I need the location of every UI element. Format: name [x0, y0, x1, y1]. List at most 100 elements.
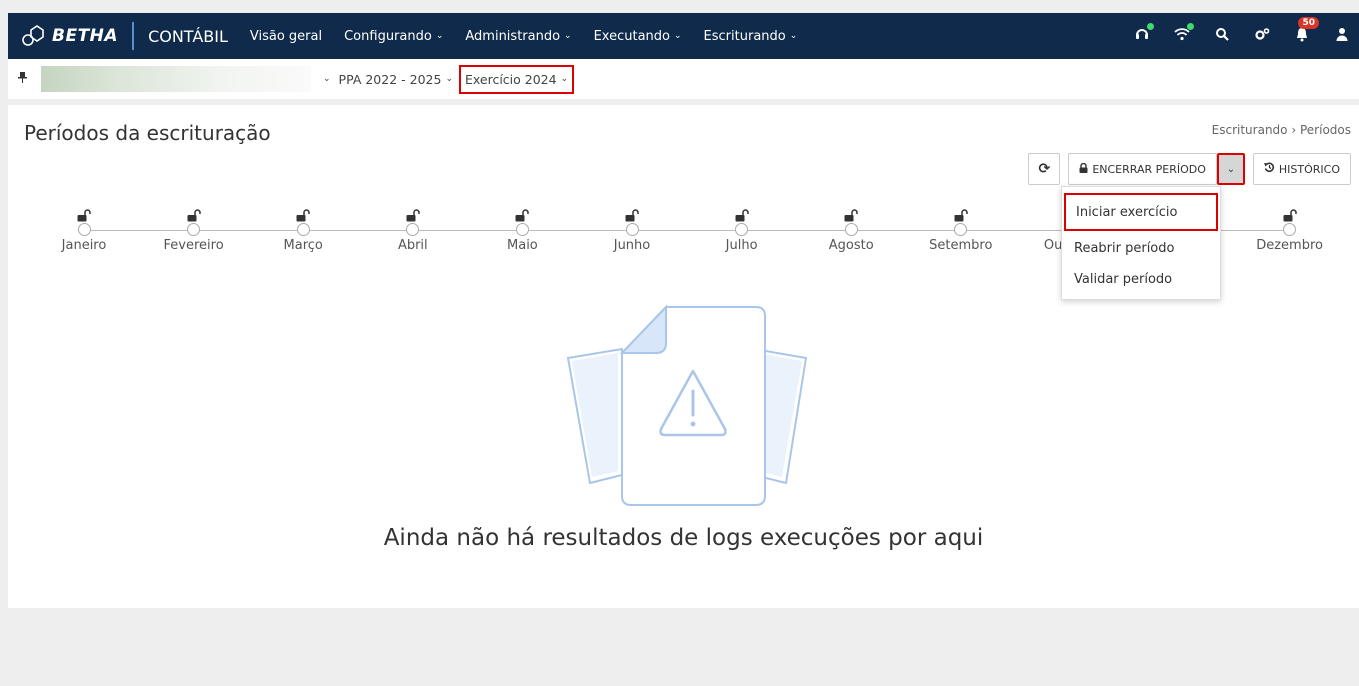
month-3[interactable]: Março	[248, 200, 358, 253]
month-2[interactable]: Fevereiro	[139, 200, 249, 253]
context-bar: ⌄ PPA 2022 - 2025 ⌄ Exercício 2024 ⌄	[8, 59, 1359, 99]
month-label: Fevereiro	[163, 238, 224, 253]
month-label: Julho	[725, 238, 758, 253]
month-label: Maio	[507, 238, 538, 253]
chevron-down-icon: ⌄	[323, 74, 331, 84]
nav-label: Configurando	[344, 28, 432, 44]
status-dot	[1147, 23, 1154, 30]
unlocked-icon	[796, 200, 906, 222]
brand-logo[interactable]: BETHA	[8, 13, 118, 59]
more-actions-dropdown-button[interactable]: ⌄	[1216, 153, 1245, 185]
nav-escriturando[interactable]: Escriturando ⌄	[704, 29, 798, 44]
menu-item-reabrir-periodo[interactable]: Reabrir período	[1062, 233, 1220, 264]
breadcrumb-current: Períodos	[1299, 123, 1351, 137]
action-bar: ⟳ ENCERRAR PERÍODO ⌄ HISTÓRICO	[1020, 153, 1351, 185]
month-5[interactable]: Maio	[467, 200, 577, 253]
app-name[interactable]: CONTÁBIL	[148, 27, 228, 46]
empty-state-message: Ainda não há resultados de logs execuçõe…	[383, 525, 984, 551]
unlocked-icon	[29, 200, 139, 222]
month-node[interactable]	[187, 223, 201, 236]
pin-icon[interactable]	[18, 72, 27, 86]
main-content: Períodos da escrituração Escriturando › …	[8, 105, 1359, 608]
menu-item-iniciar-exercicio[interactable]: Iniciar exercício	[1064, 193, 1218, 231]
unlocked-icon	[248, 200, 358, 222]
month-12[interactable]: Dezembro	[1235, 200, 1345, 253]
menu-item-validar-periodo[interactable]: Validar período	[1062, 264, 1220, 295]
month-node[interactable]	[844, 223, 858, 236]
month-node[interactable]	[1283, 223, 1297, 236]
unlocked-icon	[906, 200, 1016, 222]
chevron-down-icon: ⌄	[435, 31, 444, 41]
brand-name: BETHA	[52, 26, 119, 46]
month-label: Setembro	[929, 238, 993, 253]
month-label: Abril	[397, 238, 428, 253]
empty-document-illustration	[566, 304, 808, 506]
more-actions-menu: Iniciar exercício Reabrir período Valida…	[1061, 186, 1221, 300]
month-node[interactable]	[735, 223, 749, 236]
month-1[interactable]: Janeiro	[29, 200, 139, 253]
nav-visao-geral[interactable]: Visão geral	[250, 29, 322, 44]
historico-label: HISTÓRICO	[1278, 162, 1340, 176]
unlocked-icon	[687, 200, 797, 222]
entity-dropdown[interactable]: ⌄	[319, 74, 331, 84]
nav-configurando[interactable]: Configurando ⌄	[344, 29, 443, 44]
user-icon[interactable]	[1333, 27, 1351, 45]
month-label: Agosto	[828, 238, 874, 253]
chevron-down-icon: ⌄	[560, 74, 569, 84]
unlocked-icon	[1235, 200, 1345, 222]
month-6[interactable]: Junho	[577, 200, 687, 253]
exercicio-selector[interactable]: Exercício 2024 ⌄	[458, 64, 575, 94]
top-navbar: BETHA CONTÁBIL Visão geral Configurando ⌄…	[8, 13, 1359, 59]
history-icon	[1263, 162, 1275, 176]
nav-label: Visão geral	[249, 28, 323, 44]
month-8[interactable]: Agosto	[796, 200, 906, 253]
month-4[interactable]: Abril	[358, 200, 468, 253]
exercicio-label: Exercício 2024	[464, 71, 557, 87]
month-node[interactable]	[296, 223, 310, 236]
status-dot	[1187, 23, 1194, 30]
month-node[interactable]	[406, 223, 420, 236]
chevron-down-icon: ⌄	[445, 74, 453, 84]
month-node[interactable]	[77, 223, 91, 236]
support-icon[interactable]	[1133, 23, 1154, 46]
month-node[interactable]	[515, 223, 529, 236]
bell-icon[interactable]: 50	[1293, 16, 1319, 46]
refresh-button[interactable]: ⟳	[1028, 153, 1061, 185]
breadcrumb-separator-icon: ›	[1291, 123, 1300, 137]
betha-logo-icon	[22, 25, 44, 46]
chevron-down-icon: ⌄	[564, 31, 572, 41]
historico-button[interactable]: HISTÓRICO	[1252, 153, 1351, 185]
month-7[interactable]: Julho	[687, 200, 797, 253]
ppa-selector[interactable]: PPA 2022 - 2025 ⌄	[339, 72, 453, 87]
chevron-down-icon: ⌄	[789, 31, 798, 41]
nav-executando[interactable]: Executando ⌄	[594, 29, 682, 44]
lock-icon	[1079, 162, 1088, 176]
month-label: Março	[283, 238, 323, 253]
encerrar-label: ENCERRAR PERÍODO	[1092, 162, 1206, 176]
refresh-icon: ⟳	[1038, 161, 1051, 177]
top-icons: 50	[1111, 13, 1359, 59]
chevron-down-icon: ⌄	[1226, 163, 1236, 175]
brand-separator	[132, 22, 135, 50]
nav-label: Administrando	[465, 28, 561, 44]
nav-label: Escriturando	[703, 28, 786, 44]
encerrar-periodo-button[interactable]: ENCERRAR PERÍODO	[1068, 153, 1217, 185]
unlocked-icon	[577, 200, 687, 222]
month-label: Dezembro	[1256, 238, 1323, 253]
month-node[interactable]	[625, 223, 639, 236]
wifi-icon[interactable]	[1173, 23, 1194, 46]
encerrar-button-group: ENCERRAR PERÍODO ⌄	[1068, 153, 1245, 185]
month-9[interactable]: Setembro	[906, 200, 1016, 253]
unlocked-icon	[139, 200, 249, 222]
nav-administrando[interactable]: Administrando ⌄	[465, 29, 571, 44]
breadcrumb-parent[interactable]: Escriturando	[1212, 123, 1288, 137]
unlocked-icon	[467, 200, 577, 222]
settings-icon[interactable]	[1253, 27, 1271, 45]
breadcrumb: Escriturando › Períodos	[1212, 123, 1351, 137]
ppa-label: PPA 2022 - 2025	[338, 71, 442, 87]
chevron-down-icon: ⌄	[674, 31, 682, 41]
month-node[interactable]	[954, 223, 968, 236]
entity-selector[interactable]	[41, 66, 311, 92]
page-title: Períodos da escrituração	[24, 121, 271, 145]
search-icon[interactable]	[1213, 27, 1231, 45]
